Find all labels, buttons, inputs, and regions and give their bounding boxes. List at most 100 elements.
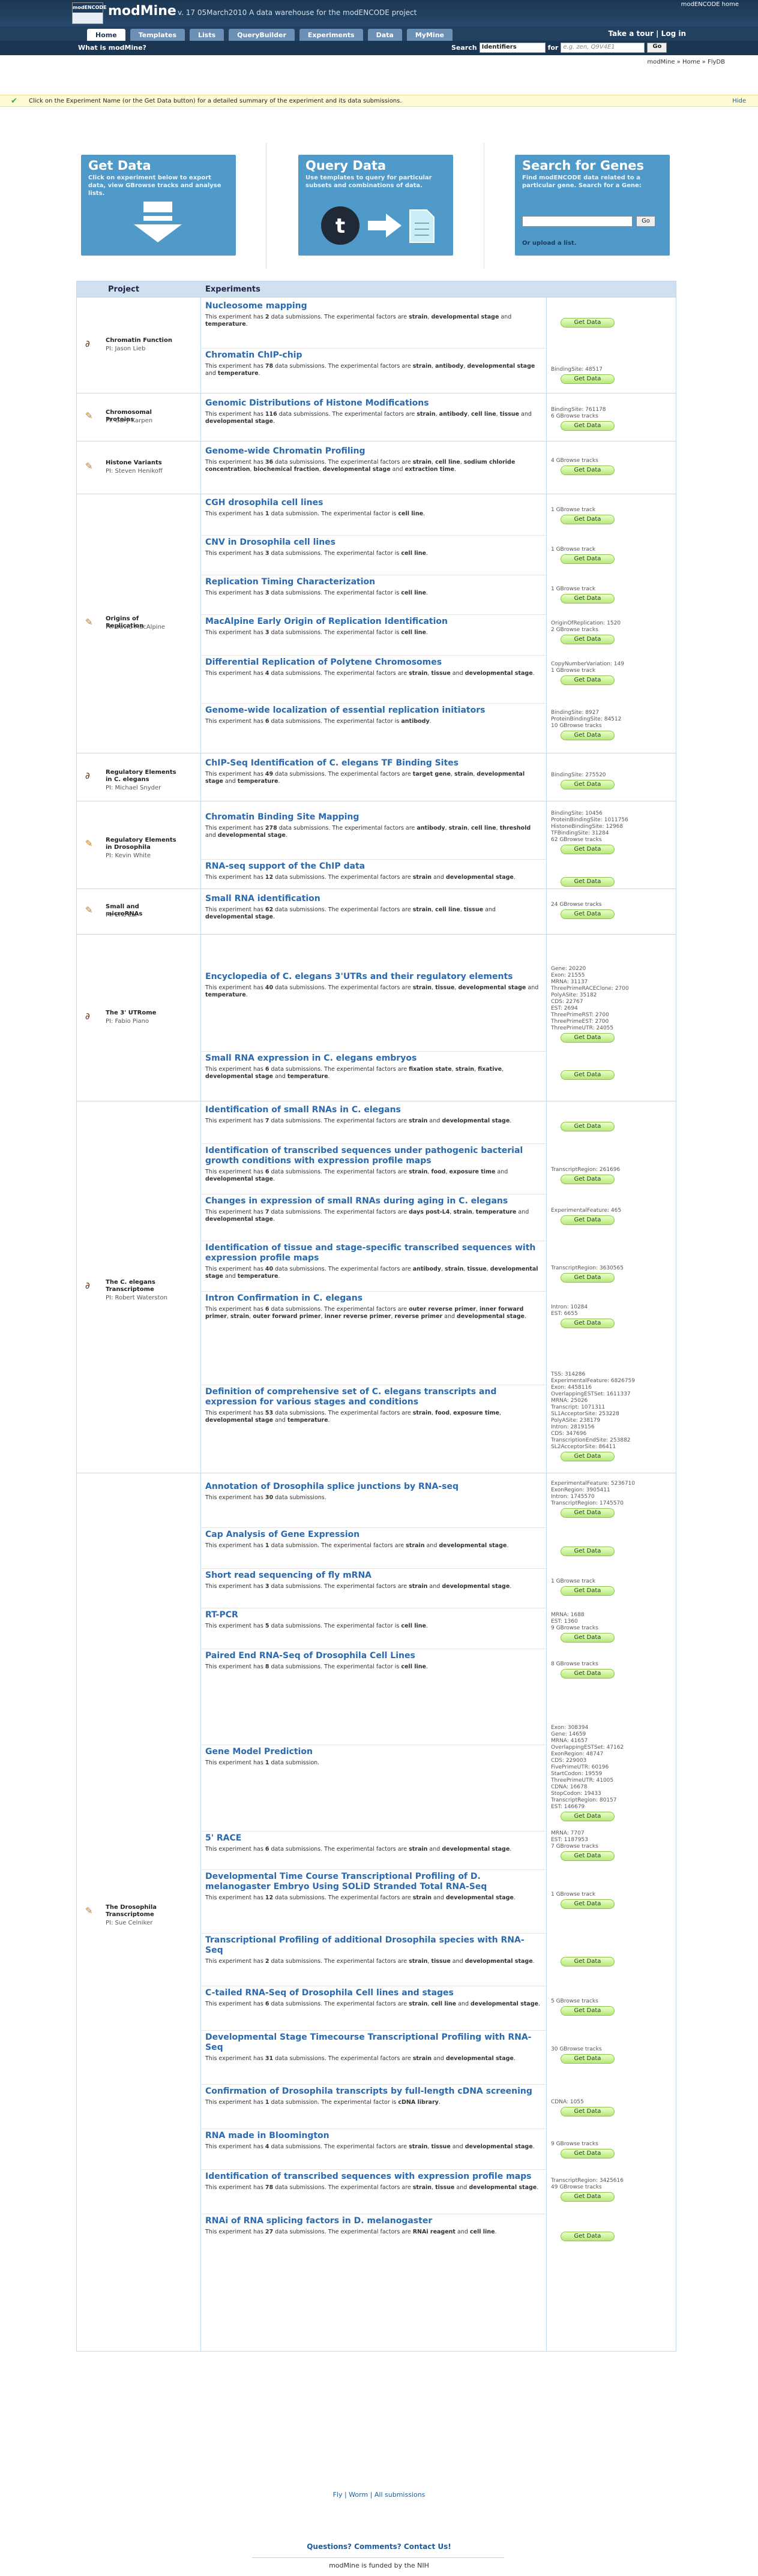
feature-counts[interactable]: 4 GBrowse tracks [551, 458, 671, 464]
experiment-title-link[interactable]: Chromatin Binding Site Mapping [205, 812, 541, 822]
feature-counts[interactable]: BindingSite: 10456 ProteinBindingSite: 10… [551, 810, 671, 843]
experiment-title-link[interactable]: Paired End RNA-Seq of Drosophila Cell Li… [205, 1651, 541, 1661]
feature-counts[interactable]: BindingSite: 275520 [551, 772, 671, 779]
experiment-title-link[interactable]: Identification of transcribed sequences … [205, 1146, 541, 1166]
search-type-select[interactable]: Identifiers [479, 43, 546, 53]
feature-counts[interactable]: TranscriptRegion: 3425616 49 GBrowse trac… [551, 2178, 671, 2191]
project-name[interactable]: Histone Variants [106, 460, 178, 467]
get-data-button[interactable]: Get Data [561, 1899, 615, 1909]
experiment-title-link[interactable]: Intron Confirmation in C. elegans [205, 1293, 541, 1304]
get-data-button[interactable]: Get Data [561, 515, 615, 524]
get-data-button[interactable]: Get Data [561, 635, 615, 644]
feature-counts[interactable]: MRNA: 1688 EST: 1360 9 GBrowse tracks [551, 1612, 671, 1632]
experiment-title-link[interactable]: Cap Analysis of Gene Expression [205, 1530, 541, 1540]
feature-counts[interactable]: 1 GBrowse track [551, 586, 671, 593]
feature-counts[interactable]: Intron: 10284 EST: 6655 [551, 1304, 671, 1317]
get-data-button[interactable]: Get Data [561, 1812, 615, 1821]
get-data-button[interactable]: Get Data [561, 466, 615, 475]
experiment-title-link[interactable]: Identification of transcribed sequences … [205, 2172, 541, 2182]
feature-counts[interactable]: CDNA: 1055 [551, 2099, 671, 2106]
modencode-home-link[interactable]: modENCODE home [681, 1, 739, 8]
experiment-title-link[interactable]: CNV in Drosophila cell lines [205, 538, 541, 548]
project-name[interactable]: The C. elegans Transcriptome [106, 1279, 178, 1293]
get-data-button[interactable]: Get Data [561, 2107, 615, 2116]
get-data-button[interactable]: Get Data [561, 731, 615, 740]
experiment-title-link[interactable]: Nucleosome mapping [205, 301, 541, 311]
feature-counts[interactable]: 9 GBrowse tracks [551, 2141, 671, 2148]
experiment-title-link[interactable]: Developmental Stage Timecourse Transcrip… [205, 2032, 541, 2053]
experiment-title-link[interactable]: Short read sequencing of fly mRNA [205, 1571, 541, 1581]
feature-counts[interactable]: 1 GBrowse track [551, 1892, 671, 1898]
experiment-title-link[interactable]: Chromatin ChIP-chip [205, 350, 541, 361]
app-title[interactable]: modMine [108, 4, 176, 19]
feature-counts[interactable]: 8 GBrowse tracks [551, 1661, 671, 1668]
tab-lists[interactable]: Lists [190, 29, 224, 41]
feature-counts[interactable]: TSS: 314286 ExperimentalFeature: 6826759 E… [551, 1371, 671, 1451]
tab-mymine[interactable]: MyMine [406, 29, 453, 41]
get-data-button[interactable]: Get Data [561, 554, 615, 564]
feature-counts[interactable]: BindingSite: 8927 ProteinBindingSite: 845… [551, 710, 671, 729]
project-name[interactable]: The 3' UTRome [106, 1010, 178, 1017]
experiment-title-link[interactable]: Genomic Distributions of Histone Modific… [205, 398, 541, 409]
experiment-title-link[interactable]: MacAlpine Early Origin of Replication Id… [205, 617, 541, 627]
experiment-title-link[interactable]: Small RNA identification [205, 894, 541, 904]
feature-counts[interactable]: MRNA: 7707 EST: 1187953 7 GBrowse tracks [551, 1830, 671, 1850]
experiment-title-link[interactable]: Changes in expression of small RNAs duri… [205, 1196, 541, 1206]
get-data-button[interactable]: Get Data [561, 1957, 615, 1966]
experiment-title-link[interactable]: Encyclopedia of C. elegans 3'UTRs and th… [205, 972, 541, 982]
get-data-button[interactable]: Get Data [561, 1452, 615, 1461]
get-data-button[interactable]: Get Data [561, 1122, 615, 1131]
search-go-button[interactable]: Go [647, 43, 667, 53]
get-data-button[interactable]: Get Data [561, 1633, 615, 1643]
get-data-button[interactable]: Get Data [561, 909, 615, 919]
gene-search-input[interactable] [522, 216, 633, 227]
feature-counts[interactable]: TranscriptRegion: 3630565 [551, 1265, 671, 1272]
experiment-title-link[interactable]: Annotation of Drosophila splice junction… [205, 1482, 541, 1492]
gene-search-go-button[interactable]: Go [636, 216, 655, 227]
get-data-button[interactable]: Get Data [561, 1586, 615, 1596]
get-data-button[interactable]: Get Data [561, 675, 615, 685]
tour-login-links[interactable]: Take a tour | Log in [609, 29, 686, 38]
experiment-title-link[interactable]: Developmental Time Course Transcriptiona… [205, 1872, 541, 1892]
contact-link[interactable]: Questions? Comments? Contact Us! [0, 2542, 758, 2551]
experiment-title-link[interactable]: Transcriptional Profiling of additional … [205, 1935, 541, 1956]
get-data-button[interactable]: Get Data [561, 1669, 615, 1679]
experiment-title-link[interactable]: Definition of comprehensive set of C. el… [205, 1387, 541, 1407]
feature-counts[interactable]: Gene: 20220 Exon: 21555 MRNA: 31137 ThreePr… [551, 966, 671, 1032]
feature-counts[interactable]: 30 GBrowse tracks [551, 2046, 671, 2053]
experiment-title-link[interactable]: Identification of small RNAs in C. elega… [205, 1105, 541, 1115]
feature-counts[interactable]: OriginOfReplication: 1520 2 GBrowse track… [551, 620, 671, 634]
experiment-title-link[interactable]: RNAi of RNA splicing factors in D. melan… [205, 2216, 541, 2226]
tab-home[interactable]: Home [87, 29, 125, 41]
feature-counts[interactable]: 1 GBrowse track [551, 547, 671, 553]
get-data-button[interactable]: Get Data [561, 2054, 615, 2064]
experiment-title-link[interactable]: Small RNA expression in C. elegans embry… [205, 1053, 541, 1064]
feature-counts[interactable]: BindingSite: 48517 [551, 367, 671, 373]
breadcrumb-links[interactable]: modMine » Home » FlyDB [647, 59, 725, 65]
tab-templates[interactable]: Templates [130, 29, 185, 41]
project-name[interactable]: Regulatory Elements in C. elegans [106, 769, 178, 783]
search-input[interactable]: e.g. zen, Q9V4E1 [561, 43, 645, 53]
experiment-title-link[interactable]: Confirmation of Drosophila transcripts b… [205, 2086, 541, 2097]
project-name[interactable]: Chromatin Function [106, 337, 178, 344]
get-data-button[interactable]: Get Data [561, 2006, 615, 2016]
upload-list-link[interactable]: Or upload a list. [522, 240, 577, 247]
get-data-button[interactable]: Get Data [561, 1215, 615, 1225]
experiment-title-link[interactable]: RNA made in Bloomington [205, 2131, 541, 2141]
get-data-button[interactable]: Get Data [561, 1547, 615, 1556]
get-data-button[interactable]: Get Data [561, 780, 615, 789]
get-data-button[interactable]: Get Data [561, 1851, 615, 1861]
modencode-logo[interactable]: modENCODE [72, 2, 107, 24]
experiment-title-link[interactable]: 5' RACE [205, 1833, 541, 1844]
get-data-button[interactable]: Get Data [561, 2232, 615, 2241]
experiment-title-link[interactable]: Identification of tissue and stage-speci… [205, 1243, 541, 1263]
feature-counts[interactable]: 5 GBrowse tracks [551, 1998, 671, 2005]
get-data-button[interactable]: Get Data [561, 374, 615, 384]
experiment-title-link[interactable]: C-tailed RNA-Seq of Drosophila Cell line… [205, 1988, 541, 1998]
get-data-button[interactable]: Get Data [561, 1175, 615, 1184]
tab-querybuilder[interactable]: QueryBuilder [229, 29, 295, 41]
query-data-box[interactable]: Query Data Use templates to query for pa… [298, 155, 453, 256]
experiment-title-link[interactable]: ChIP-Seq Identification of C. elegans TF… [205, 758, 541, 768]
project-name[interactable]: The Drosophila Transcriptome [106, 1904, 178, 1919]
get-data-button[interactable]: Get Data [561, 1070, 615, 1080]
